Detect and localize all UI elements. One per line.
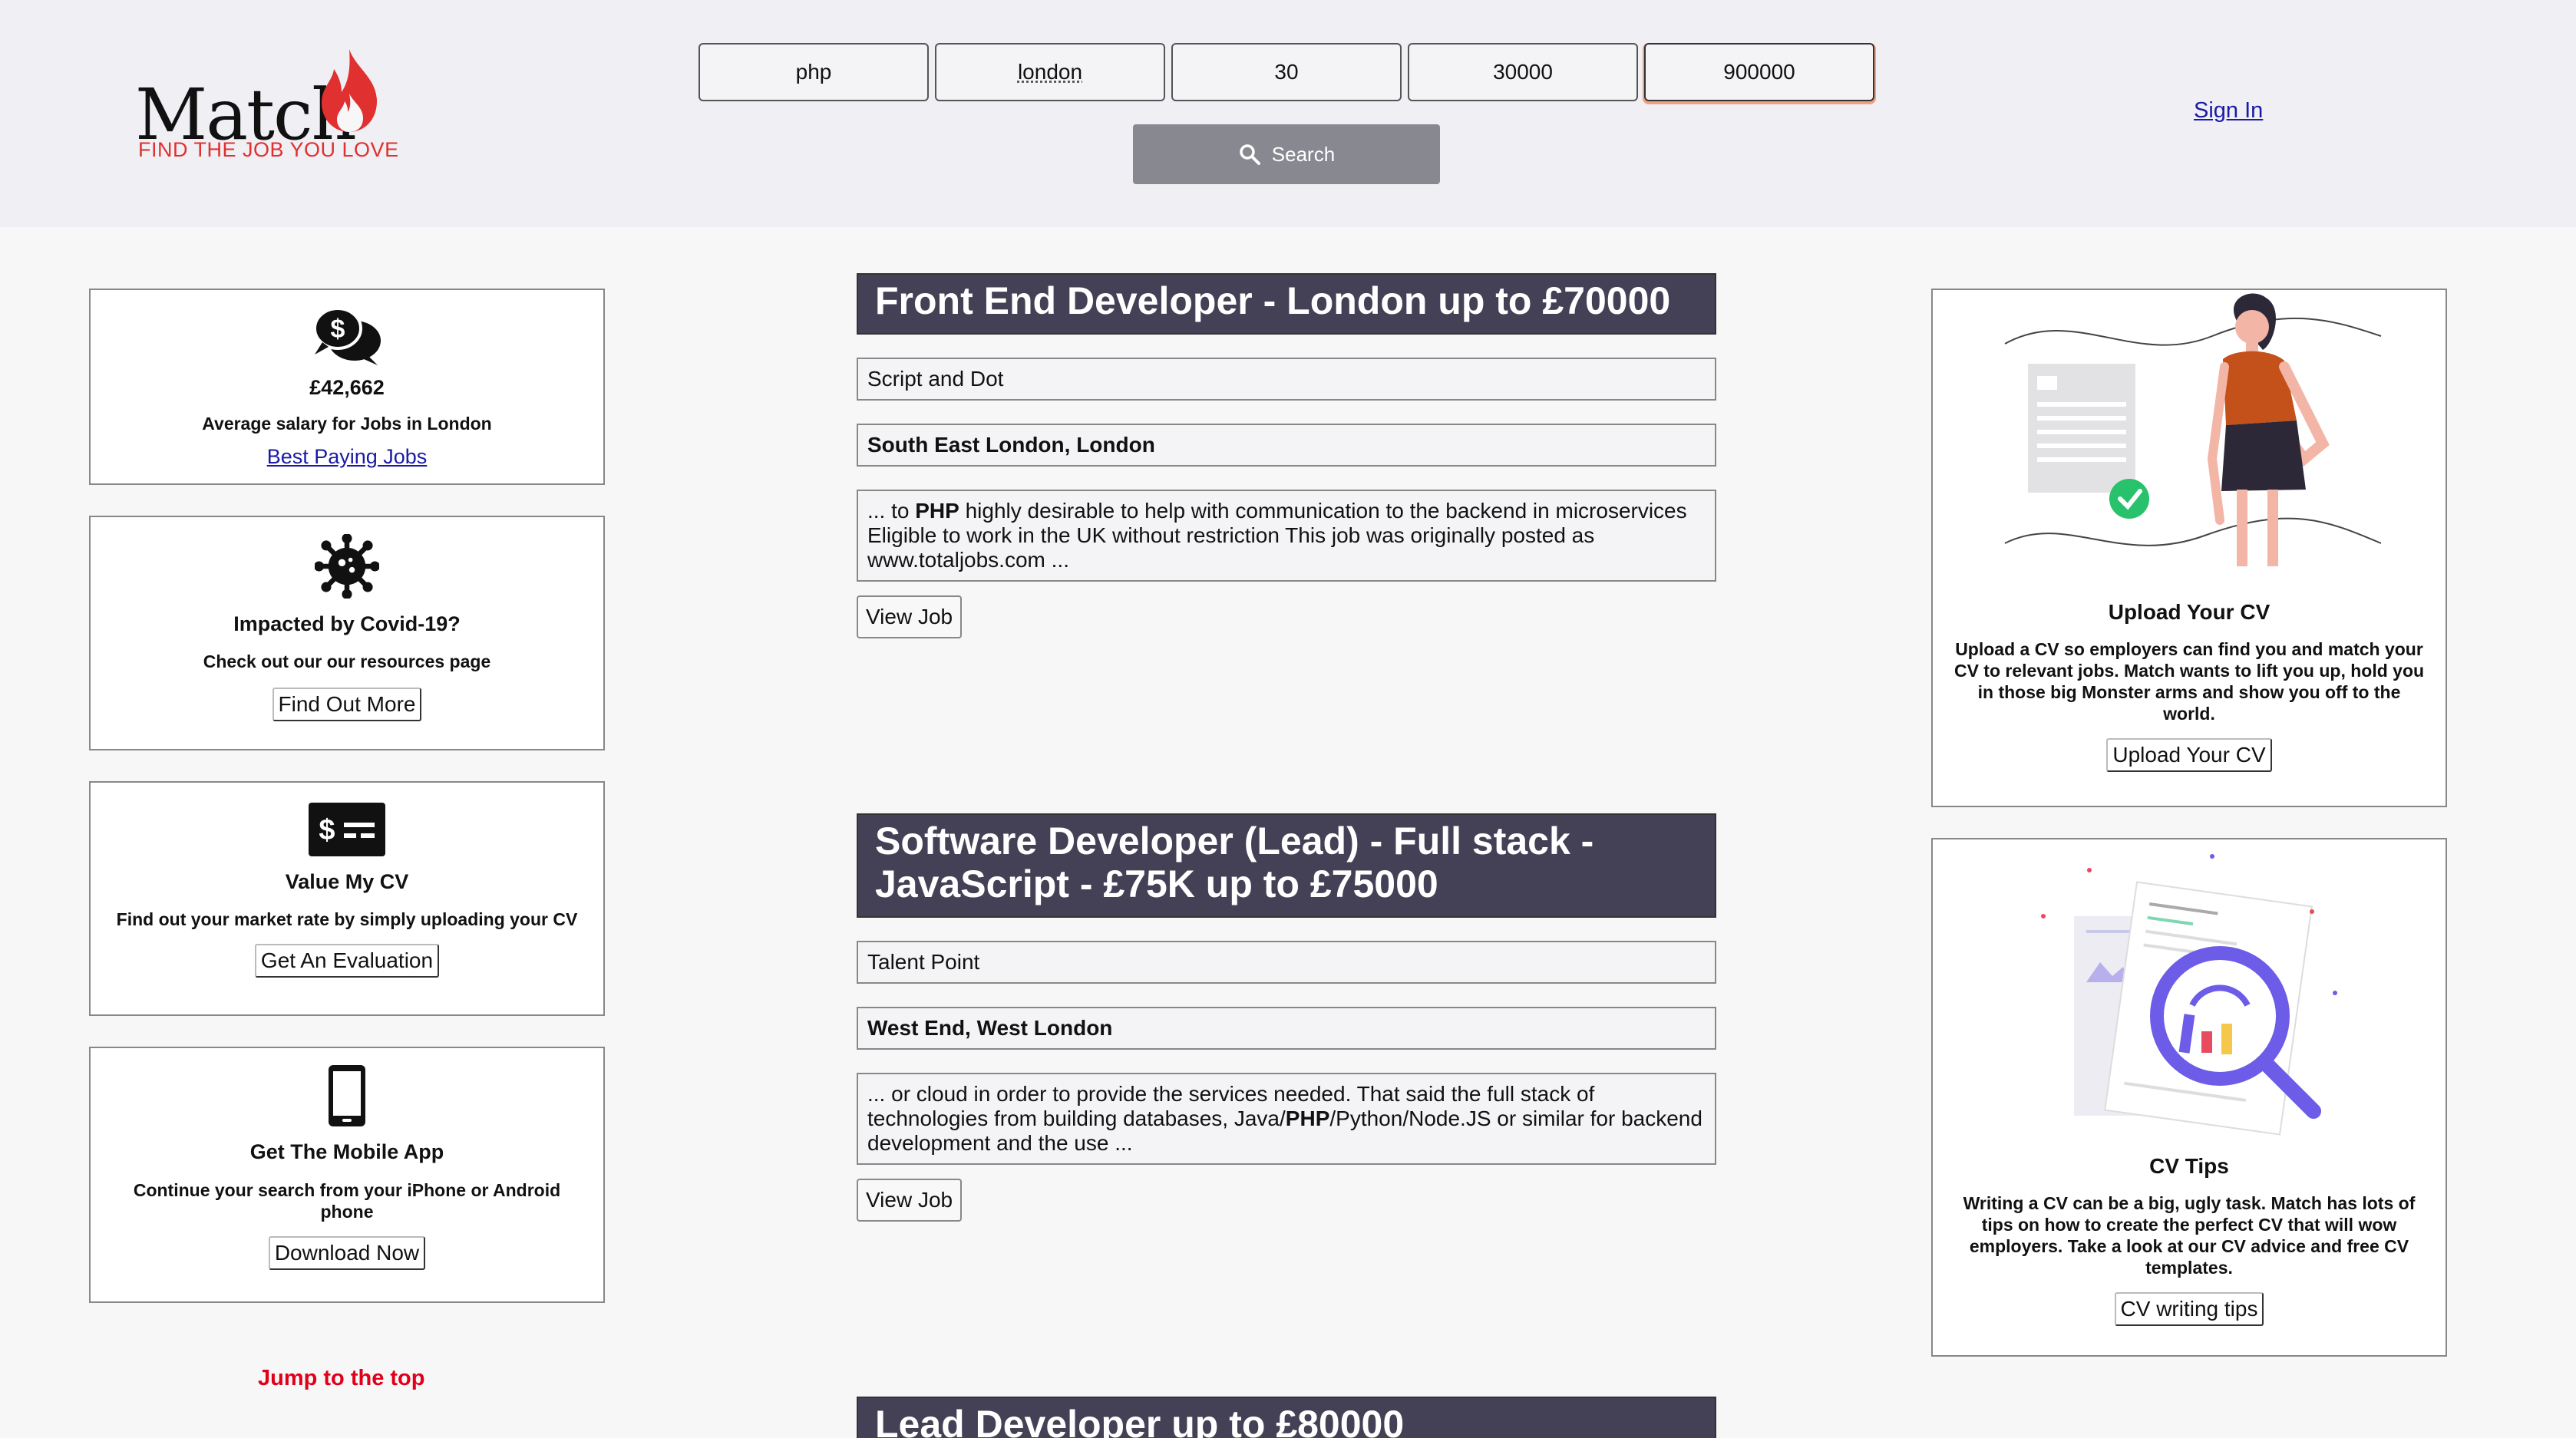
job-title[interactable]: Front End Developer - London up to £7000…: [857, 273, 1716, 335]
covid-card: Impacted by Covid-19? Check out our our …: [89, 516, 605, 750]
mobile-phone-icon: [329, 1065, 365, 1126]
job-title[interactable]: Lead Developer up to £80000: [857, 1397, 1716, 1438]
job-company: Talent Point: [857, 941, 1716, 984]
download-now-button[interactable]: Download Now: [268, 1236, 426, 1270]
min-salary-input[interactable]: [1408, 43, 1638, 101]
covid-title: Impacted by Covid-19?: [233, 612, 461, 635]
cv-writing-tips-button[interactable]: CV writing tips: [2114, 1292, 2264, 1326]
find-out-more-button[interactable]: Find Out More: [272, 688, 422, 721]
job-description: ... or cloud in order to provide the ser…: [857, 1073, 1716, 1165]
average-salary-amount: £42,662: [309, 376, 385, 399]
job-desc-text: ... to: [867, 499, 916, 523]
job-description: ... to PHP highly desirable to help with…: [857, 490, 1716, 582]
jump-to-top-link[interactable]: Jump to the top: [258, 1366, 424, 1391]
site-header: Match FIND THE JOB YOU LOVE Search Sign …: [0, 0, 2576, 227]
svg-text:$: $: [319, 814, 335, 846]
get-evaluation-button[interactable]: Get An Evaluation: [254, 944, 440, 978]
dollar-card-icon: $: [309, 803, 385, 856]
svg-text:$: $: [331, 315, 345, 344]
covid-caption: Check out our our resources page: [203, 651, 491, 671]
search-fields: [698, 43, 1874, 101]
cv-tips-card: CV Tips Writing a CV can be a big, ugly …: [1931, 838, 2447, 1357]
search-button[interactable]: Search: [1133, 124, 1440, 184]
search-icon: [1240, 144, 1260, 165]
job-desc-text: highly desirable to help with communicat…: [867, 499, 1687, 572]
job-title[interactable]: Software Developer (Lead) - Full stack -…: [857, 813, 1716, 918]
value-cv-title: Value My CV: [285, 870, 409, 893]
radius-input[interactable]: [1171, 43, 1402, 101]
keyword-input[interactable]: [698, 43, 929, 101]
logo-tagline: FIND THE JOB YOU LOVE: [138, 138, 399, 161]
best-paying-jobs-link[interactable]: Best Paying Jobs: [267, 445, 428, 468]
mobile-app-card: Get The Mobile App Continue your search …: [89, 1047, 605, 1303]
job-location: South East London, London: [857, 424, 1716, 467]
mobile-app-title: Get The Mobile App: [249, 1140, 444, 1163]
salary-card: $ £42,662 Average salary for Jobs in Lon…: [89, 289, 605, 485]
job-company: Script and Dot: [857, 358, 1716, 401]
cv-tips-illustration-icon: [2041, 854, 2337, 1136]
cv-tips-caption: Writing a CV can be a big, ugly task. Ma…: [1963, 1193, 2416, 1278]
job-desc-keyword: PHP: [915, 499, 959, 523]
upload-cv-caption: Upload a CV so employers can find you an…: [1953, 639, 2425, 724]
mobile-app-caption: Continue your search from your iPhone or…: [133, 1180, 561, 1222]
upload-cv-illustration-icon: [2004, 293, 2382, 566]
upload-cv-button[interactable]: Upload Your CV: [2106, 738, 2272, 772]
cv-tips-title: CV Tips: [2149, 1154, 2229, 1178]
job-location: West End, West London: [857, 1007, 1716, 1050]
virus-icon: [315, 534, 379, 599]
average-salary-caption: Average salary for Jobs in London: [202, 414, 492, 434]
value-cv-card: $ Value My CV Find out your market rate …: [89, 781, 605, 1016]
job-desc-keyword: PHP: [1285, 1107, 1330, 1130]
upload-cv-card: Upload Your CV Upload a CV so employers …: [1931, 289, 2447, 807]
view-job-button[interactable]: View Job: [857, 595, 963, 638]
flame-icon: [322, 49, 377, 132]
value-cv-caption: Find out your market rate by simply uplo…: [116, 909, 578, 929]
sign-in-link[interactable]: Sign In: [2194, 98, 2263, 124]
money-chat-icon: $: [313, 307, 381, 365]
max-salary-input[interactable]: [1644, 43, 1874, 101]
location-input[interactable]: [935, 43, 1165, 101]
view-job-button[interactable]: View Job: [857, 1179, 963, 1222]
logo[interactable]: Match FIND THE JOB YOU LOVE: [135, 48, 398, 170]
upload-cv-title: Upload Your CV: [2108, 600, 2271, 624]
search-button-label: Search: [1271, 142, 1336, 166]
